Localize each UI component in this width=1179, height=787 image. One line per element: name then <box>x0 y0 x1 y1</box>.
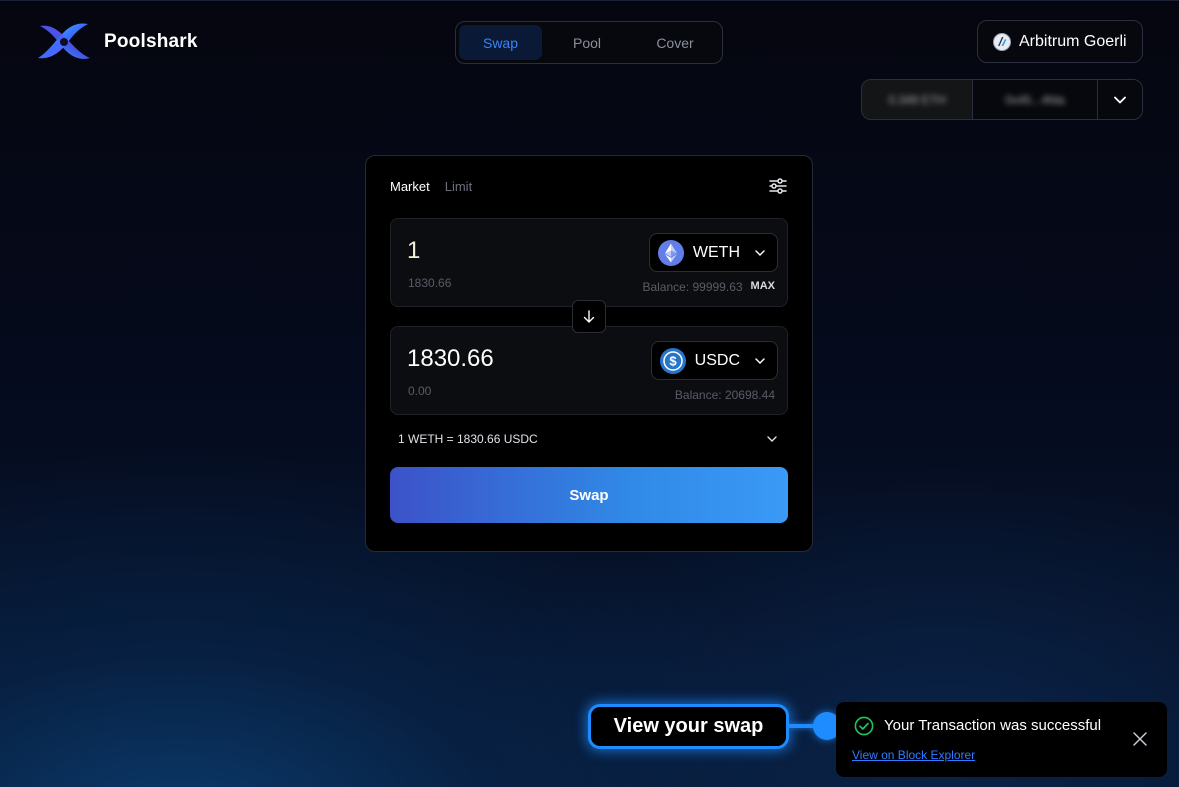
network-label: Arbitrum Goerli <box>1019 32 1127 50</box>
arrow-down-icon <box>583 309 595 323</box>
tab-pool[interactable]: Pool <box>542 25 632 60</box>
swap-button[interactable]: Swap <box>390 467 788 523</box>
toast-message: Your Transaction was successful <box>884 717 1102 734</box>
tab-swap[interactable]: Swap <box>459 25 542 60</box>
to-token-symbol: USDC <box>694 351 740 369</box>
ethereum-icon <box>657 239 684 266</box>
main-nav: Swap Pool Cover <box>455 21 723 64</box>
from-amount-input[interactable] <box>407 237 607 265</box>
from-balance: Balance: 99999.63 <box>642 280 743 294</box>
view-swap-callout: View your swap <box>588 704 789 749</box>
wallet-dropdown-button[interactable] <box>1098 80 1142 119</box>
wallet-balance: 0.349 ETH <box>888 92 946 107</box>
chevron-down-icon[interactable] <box>766 433 778 445</box>
top-border <box>0 0 1179 1</box>
from-balance-row: Balance: 99999.63 MAX <box>642 280 775 294</box>
tab-limit[interactable]: Limit <box>445 179 472 194</box>
chevron-down-icon <box>1114 96 1126 103</box>
from-token-symbol: WETH <box>692 243 740 261</box>
tab-market[interactable]: Market <box>390 179 430 194</box>
to-amount-input[interactable] <box>407 345 607 373</box>
chevron-down-icon <box>755 249 765 256</box>
swap-card: Market Limit 1830.66 WETH <box>365 155 813 552</box>
max-button[interactable]: MAX <box>751 280 775 294</box>
from-usd-value: 1830.66 <box>408 276 452 290</box>
exchange-rate: 1 WETH = 1830.66 USDC <box>398 432 538 446</box>
check-circle-icon <box>854 716 874 736</box>
switch-tokens-button[interactable] <box>572 300 606 333</box>
wallet-address-container[interactable]: 0x45...4fda <box>972 80 1098 119</box>
to-token-selector[interactable]: $ USDC <box>650 341 778 380</box>
svg-text:$: $ <box>669 353 677 368</box>
tab-cover[interactable]: Cover <box>632 25 718 60</box>
wallet-button[interactable]: 0.349 ETH 0x45...4fda <box>861 79 1143 120</box>
network-selector-button[interactable]: Arbitrum Goerli <box>977 20 1143 63</box>
poolshark-logo-icon <box>38 23 90 59</box>
from-token-panel: 1830.66 WETH Balance: 99999.63 MAX <box>390 218 788 307</box>
settings-sliders-icon[interactable] <box>769 178 787 194</box>
to-balance-row: Balance: 20698.44 <box>675 388 775 402</box>
close-icon[interactable] <box>1133 732 1147 746</box>
transaction-toast: Your Transaction was successful View on … <box>836 702 1167 777</box>
to-usd-value: 0.00 <box>408 384 432 398</box>
logo[interactable]: Poolshark <box>34 18 198 66</box>
chevron-down-icon <box>755 357 765 364</box>
app-name: Poolshark <box>104 31 198 52</box>
to-balance: Balance: 20698.44 <box>674 388 775 402</box>
usdc-icon: $ <box>659 347 686 374</box>
order-mode-tabs: Market Limit <box>390 179 472 194</box>
to-token-panel: 0.00 $ USDC Balance: 20698.44 <box>390 326 788 415</box>
arbitrum-icon <box>993 32 1011 51</box>
block-explorer-link[interactable]: View on Block Explorer <box>852 748 975 762</box>
from-token-selector[interactable]: WETH <box>648 233 778 272</box>
wallet-address: 0x45...4fda <box>1005 92 1065 107</box>
